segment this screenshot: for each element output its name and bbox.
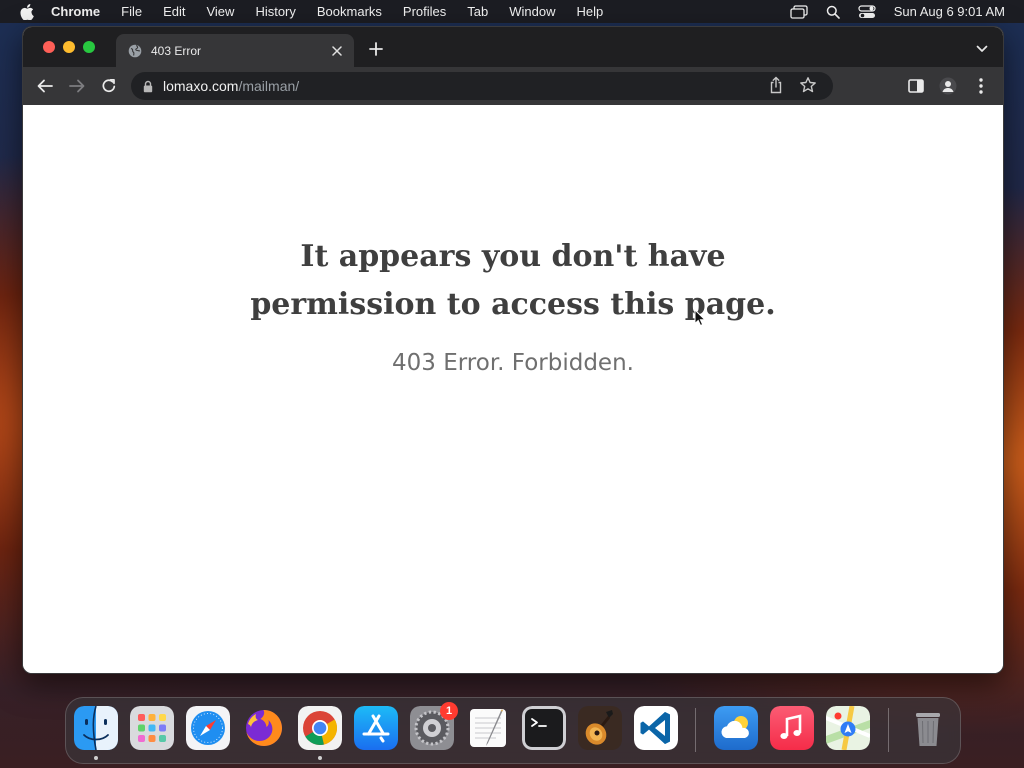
menu-profiles[interactable]: Profiles	[403, 4, 446, 19]
chrome-window: 403 Error lomaxo.com/mailman/ It appears…	[22, 26, 1004, 674]
globe-icon	[128, 44, 142, 58]
garageband-icon[interactable]	[578, 706, 622, 750]
menubar-clock[interactable]: Sun Aug 6 9:01 AM	[894, 4, 1005, 19]
chrome-menu-icon[interactable]	[971, 76, 991, 96]
error-headline-line-1: It appears you don't have	[300, 239, 726, 274]
spotlight-search-icon[interactable]	[826, 5, 840, 19]
chrome-running-indicator	[318, 756, 322, 760]
lock-icon[interactable]	[143, 80, 153, 93]
apple-menu-icon[interactable]	[17, 2, 37, 22]
page-content: It appears you don't have permission to a…	[23, 105, 1003, 673]
finder-icon[interactable]	[74, 706, 118, 750]
tab-strip: 403 Error	[23, 27, 1003, 67]
textedit-icon[interactable]	[466, 706, 510, 750]
error-headline: It appears you don't have permission to a…	[213, 233, 813, 329]
menu-window[interactable]: Window	[509, 4, 555, 19]
notification-badge: 1	[440, 702, 458, 720]
tab-title: 403 Error	[151, 43, 202, 58]
profile-avatar-icon[interactable]	[938, 76, 958, 96]
launchpad-icon[interactable]	[130, 706, 174, 750]
menu-app-name[interactable]: Chrome	[51, 4, 100, 19]
bookmark-star-icon[interactable]	[799, 76, 817, 99]
browser-toolbar: lomaxo.com/mailman/	[23, 67, 1003, 105]
dock-separator	[695, 708, 696, 752]
safari-icon[interactable]	[186, 706, 230, 750]
menu-edit[interactable]: Edit	[163, 4, 185, 19]
menu-history[interactable]: History	[255, 4, 295, 19]
tab-search-chevron-icon[interactable]	[973, 40, 991, 58]
app-store-icon[interactable]	[354, 706, 398, 750]
mouse-pointer-icon	[694, 308, 707, 332]
vscode-icon[interactable]	[634, 706, 678, 750]
close-tab-icon[interactable]	[329, 43, 345, 59]
share-icon[interactable]	[769, 76, 783, 99]
menu-file[interactable]: File	[121, 4, 142, 19]
menu-bookmarks[interactable]: Bookmarks	[317, 4, 382, 19]
close-window-button[interactable]	[43, 41, 55, 53]
url-path: /mailman/	[238, 78, 300, 94]
maps-icon[interactable]	[826, 706, 870, 750]
menu-view[interactable]: View	[206, 4, 234, 19]
terminal-icon[interactable]	[522, 706, 566, 750]
side-panel-icon[interactable]	[906, 76, 926, 96]
control-center-icon[interactable]	[858, 4, 876, 19]
reload-icon[interactable]	[99, 76, 119, 96]
minimize-window-button[interactable]	[63, 41, 75, 53]
menu-tab[interactable]: Tab	[467, 4, 488, 19]
firefox-icon[interactable]	[242, 706, 286, 750]
menu-help[interactable]: Help	[577, 4, 604, 19]
weather-icon[interactable]	[714, 706, 758, 750]
new-tab-icon[interactable]	[367, 40, 385, 58]
address-url[interactable]: lomaxo.com/mailman/	[163, 78, 299, 94]
menubar-status-area: Sun Aug 6 9:01 AM	[772, 0, 1005, 23]
chrome-icon[interactable]	[298, 706, 342, 750]
back-arrow-icon[interactable]	[35, 76, 55, 96]
forward-arrow-icon[interactable]	[67, 76, 87, 96]
error-subtitle: 403 Error. Forbidden.	[392, 350, 634, 376]
screen-mirroring-icon[interactable]	[790, 4, 808, 19]
address-bar[interactable]: lomaxo.com/mailman/	[131, 72, 833, 100]
zoom-window-button[interactable]	[83, 41, 95, 53]
music-icon[interactable]	[770, 706, 814, 750]
menu-bar: Chrome File Edit View History Bookmarks …	[0, 0, 1024, 23]
tab-active[interactable]: 403 Error	[116, 34, 354, 67]
dock-separator	[888, 708, 889, 752]
dock: 1	[65, 697, 961, 764]
trash-icon[interactable]	[906, 706, 950, 750]
url-host: lomaxo.com	[163, 78, 239, 94]
finder-running-indicator	[94, 756, 98, 760]
